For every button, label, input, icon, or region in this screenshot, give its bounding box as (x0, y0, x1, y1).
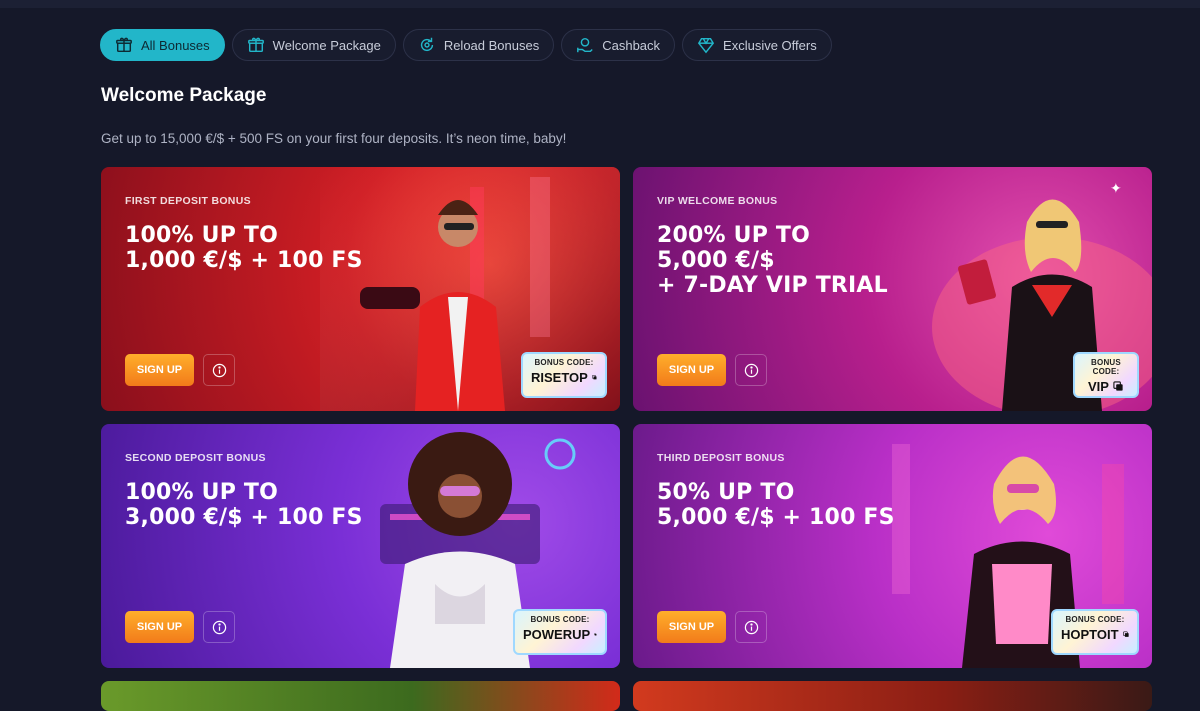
headline-line: 100% UP TO (125, 480, 278, 505)
diamond-icon (697, 36, 715, 54)
copy-icon (1113, 381, 1123, 391)
bonus-code-label: BONUS CODE: (534, 358, 594, 367)
card-kicker: FIRST DEPOSIT BONUS (125, 195, 251, 207)
section-title: Welcome Package (101, 85, 267, 106)
tab-exclusive-offers[interactable]: Exclusive Offers (682, 29, 832, 61)
headline-line: 50% UP TO (657, 480, 795, 505)
top-bar (0, 0, 1200, 8)
sign-up-button[interactable]: SIGN UP (657, 354, 726, 386)
card-headline: 100% UP TO 3,000 €/$ + 100 FS (125, 480, 465, 530)
headline-line: 5,000 €/$ + 100 FS (657, 505, 895, 530)
bonus-card-partial (101, 681, 620, 711)
bonus-code-badge[interactable]: BONUS CODE: RISETOP (521, 352, 607, 398)
info-icon (212, 620, 226, 634)
cashback-icon (576, 36, 594, 54)
bonus-code-badge[interactable]: BONUS CODE: HOPTOIT (1051, 609, 1139, 655)
headline-line: + 7-DAY VIP TRIAL (657, 273, 888, 298)
reload-icon (418, 36, 436, 54)
bonus-code-label: BONUS CODE: (1091, 358, 1121, 376)
bonus-code-value: RISETOP (531, 370, 597, 385)
bonus-card-first-deposit: FIRST DEPOSIT BONUS 100% UP TO 1,000 €/$… (101, 167, 620, 411)
bonus-code-value: HOPTOIT (1061, 627, 1129, 642)
info-icon (212, 363, 226, 377)
info-button[interactable] (735, 611, 767, 643)
bonus-card-vip-welcome: ✦ VIP WELCOME BONUS 200% UP TO 5,000 €/$… (633, 167, 1152, 411)
card-headline: 50% UP TO 5,000 €/$ + 100 FS (657, 480, 997, 530)
svg-text:✦: ✦ (1110, 180, 1122, 196)
sign-up-button[interactable]: SIGN UP (657, 611, 726, 643)
tab-label: Welcome Package (272, 37, 381, 53)
copy-icon (594, 633, 597, 636)
card-kicker: SECOND DEPOSIT BONUS (125, 452, 266, 464)
tab-label: Exclusive Offers (723, 37, 817, 53)
info-icon (744, 363, 758, 377)
info-button[interactable] (203, 611, 235, 643)
bonus-code-value: POWERUP (523, 627, 597, 642)
card-headline: 100% UP TO 1,000 €/$ + 100 FS (125, 223, 465, 273)
info-button[interactable] (735, 354, 767, 386)
card-kicker: VIP WELCOME BONUS (657, 195, 778, 207)
tab-label: All Bonuses (141, 37, 210, 53)
gift-icon (115, 36, 133, 54)
tab-cashback[interactable]: Cashback (561, 29, 676, 61)
info-button[interactable] (203, 354, 235, 386)
info-icon (744, 620, 758, 634)
bonus-filter-tabs: All Bonuses Welcome Package Reload Bonus… (100, 29, 832, 61)
bonus-card-second-deposit: SECOND DEPOSIT BONUS 100% UP TO 3,000 €/… (101, 424, 620, 668)
tab-welcome-package[interactable]: Welcome Package (231, 29, 396, 61)
headline-line: 200% UP TO (657, 223, 810, 248)
gift-icon (247, 36, 265, 54)
sign-up-button[interactable]: SIGN UP (125, 354, 194, 386)
bonus-code-value: VIP (1083, 379, 1129, 394)
headline-line: 5,000 €/$ (657, 248, 775, 273)
card-headline: 200% UP TO 5,000 €/$ + 7-DAY VIP TRIAL (657, 223, 997, 298)
copy-icon (1122, 631, 1129, 637)
bonus-code-badge[interactable]: BONUS CODE: POWERUP (513, 609, 607, 655)
bonus-card-third-deposit: THIRD DEPOSIT BONUS 50% UP TO 5,000 €/$ … (633, 424, 1152, 668)
section-description: Get up to 15,000 €/$ + 500 FS on your fi… (101, 131, 567, 146)
bonus-code-badge[interactable]: BONUS CODE: VIP (1073, 352, 1139, 398)
card-background (101, 681, 620, 711)
card-background (633, 681, 1152, 711)
copy-icon (592, 375, 597, 380)
headline-line: 100% UP TO (125, 223, 278, 248)
card-kicker: THIRD DEPOSIT BONUS (657, 452, 785, 464)
tab-all-bonuses[interactable]: All Bonuses (100, 29, 225, 61)
tab-reload-bonuses[interactable]: Reload Bonuses (402, 29, 555, 61)
headline-line: 1,000 €/$ + 100 FS (125, 248, 363, 273)
sign-up-button[interactable]: SIGN UP (125, 611, 194, 643)
bonus-code-label: BONUS CODE: (1065, 615, 1125, 624)
tab-label: Cashback (602, 37, 661, 53)
bonus-card-partial (633, 681, 1152, 711)
headline-line: 3,000 €/$ + 100 FS (125, 505, 363, 530)
bonus-code-label: BONUS CODE: (530, 615, 590, 624)
tab-label: Reload Bonuses (443, 37, 540, 53)
